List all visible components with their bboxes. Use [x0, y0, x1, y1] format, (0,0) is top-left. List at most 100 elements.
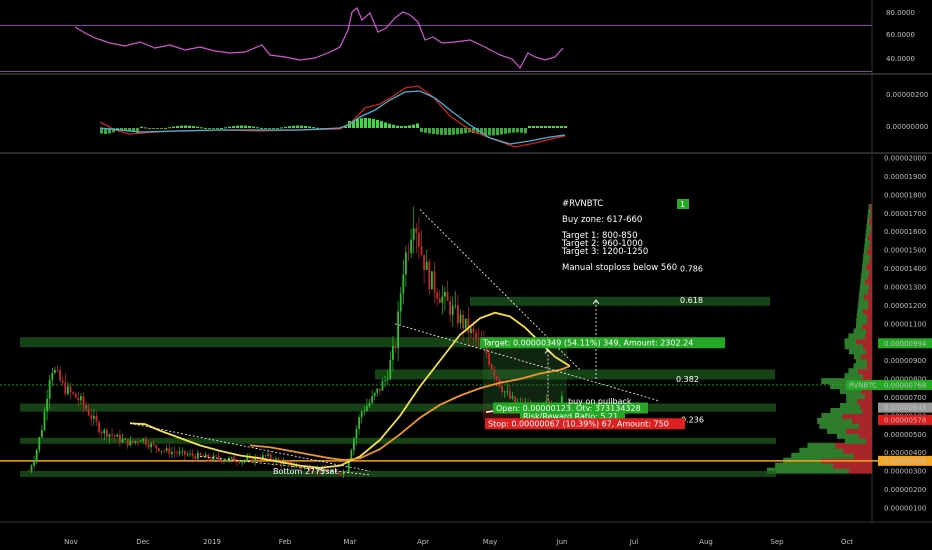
candle-body	[82, 396, 85, 406]
candle-body	[181, 450, 184, 452]
note-line: Manual stoploss below 560	[562, 263, 677, 273]
candle-body	[340, 473, 342, 475]
macd-histogram-bar	[380, 121, 383, 128]
candle-body	[158, 448, 160, 452]
candle-body	[43, 411, 46, 430]
candle-body	[165, 448, 168, 451]
macd-histogram-bar	[392, 124, 395, 128]
candle-body	[33, 460, 35, 466]
bottom-label: Bottom 2775sat	[273, 467, 337, 476]
price-tag-value: 0.00000578	[884, 416, 926, 424]
time-tick-label: Sep	[770, 538, 784, 546]
macd-histogram-bar	[492, 128, 495, 136]
candle-body	[56, 369, 59, 371]
candle-body	[384, 380, 386, 382]
macd-histogram-bar	[444, 128, 447, 135]
candle-body	[355, 428, 358, 439]
macd-histogram-bar	[512, 128, 515, 133]
macd-histogram-bar	[228, 126, 231, 128]
macd-histogram-bar	[272, 128, 275, 129]
candle-body	[415, 228, 418, 233]
candle-body	[392, 346, 394, 360]
macd-histogram-bar	[216, 128, 219, 129]
candle-body	[394, 346, 397, 349]
candle-body	[129, 440, 132, 446]
macd-histogram-bar	[436, 128, 439, 135]
candle-body	[147, 444, 150, 448]
candle-body	[420, 246, 423, 255]
macd-histogram-bar	[164, 127, 167, 129]
macd-histogram-bar	[172, 126, 175, 128]
candle-body	[381, 381, 384, 391]
candle-body	[358, 417, 360, 429]
macd-histogram-bar	[548, 126, 551, 128]
candle-body	[418, 232, 420, 247]
candle-body	[95, 415, 98, 422]
macd-histogram-bar	[376, 119, 379, 128]
time-tick-label: Nov	[64, 538, 78, 546]
candle-body	[412, 228, 415, 240]
price-tick-label: 0.00002000	[884, 155, 926, 163]
price-tick-label: 0.00001200	[884, 302, 926, 310]
candle-body	[137, 441, 139, 442]
candle-body	[124, 438, 126, 440]
candle-body	[490, 364, 493, 370]
support-zone	[20, 437, 776, 444]
macd-histogram-bar	[280, 127, 283, 129]
price-tick-label: 0.00001600	[884, 228, 926, 236]
trading-chart[interactable]: 80.0000 60.0000 40.0000 0.00000200 0.000000…	[0, 0, 932, 550]
price-tick-label: 0.00000900	[884, 357, 926, 365]
candle-body	[264, 455, 267, 456]
candle-body	[496, 376, 498, 380]
candle-body	[90, 415, 93, 419]
macd-histogram-bar	[292, 125, 295, 128]
macd-histogram-bar	[364, 118, 367, 128]
candle-body	[493, 369, 496, 377]
macd-histogram-bar	[412, 124, 415, 128]
macd-histogram-bar	[544, 126, 547, 128]
macd-histogram-bar	[284, 126, 287, 128]
candle-body	[477, 338, 480, 340]
volume-profile-bar	[870, 204, 872, 211]
candle-body	[178, 451, 181, 454]
macd-histogram-bar	[180, 125, 183, 128]
macd-histogram-bar	[500, 128, 503, 135]
candle-body	[353, 438, 355, 451]
macd-tick-label: 0.00000000	[886, 123, 928, 131]
macd-histogram-bar	[532, 126, 535, 128]
macd-histogram-bar	[516, 128, 519, 133]
macd-histogram-bar	[160, 128, 163, 129]
time-tick-label: Apr	[417, 538, 429, 546]
candle-body	[100, 432, 103, 434]
candle-body	[163, 450, 165, 452]
macd-histogram-bar	[372, 118, 375, 128]
candle-body	[59, 369, 61, 381]
macd-histogram-bar	[520, 128, 523, 133]
buy-zone	[20, 403, 776, 412]
candle-body	[488, 353, 490, 365]
macd-histogram-bar	[220, 127, 223, 129]
candle-body	[150, 443, 152, 448]
macd-histogram-bar	[264, 128, 267, 129]
candle-body	[48, 379, 51, 399]
candle-body	[41, 429, 43, 438]
candle-body	[402, 274, 405, 294]
price-tick-label: 0.00001700	[884, 210, 926, 218]
candle-body	[119, 434, 121, 442]
macd-histogram-bar	[148, 128, 151, 129]
candle-body	[116, 434, 119, 437]
candle-body	[405, 252, 407, 275]
candle-body	[360, 411, 363, 418]
macd-histogram-bar	[232, 126, 235, 128]
price-tick-label: 0.00001100	[884, 320, 926, 328]
profit-area	[483, 344, 567, 409]
candle-body	[108, 434, 111, 437]
candle-body	[168, 448, 171, 455]
candle-body	[77, 397, 80, 401]
note-line: Buy zone: 617-660	[562, 215, 642, 225]
macd-histogram-bar	[212, 128, 215, 129]
note-line: #RVNBTC	[562, 199, 603, 209]
candle-body	[389, 359, 392, 380]
macd-histogram-bar	[564, 126, 567, 128]
macd-histogram-bar	[192, 126, 195, 128]
